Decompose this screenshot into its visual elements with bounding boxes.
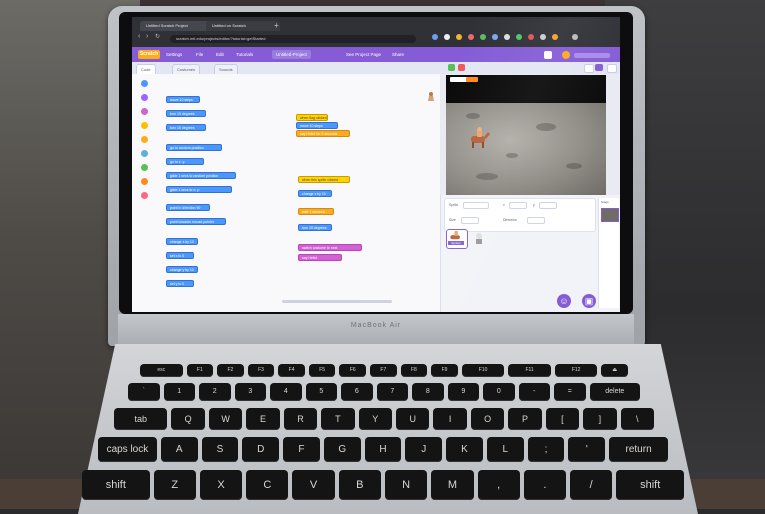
key[interactable]: A — [160, 437, 198, 462]
key[interactable]: F6 — [339, 364, 367, 377]
key[interactable]: delete — [589, 383, 640, 401]
key[interactable]: \ — [620, 408, 654, 430]
key[interactable]: F1 — [186, 364, 214, 377]
key[interactable]: ' — [568, 437, 606, 462]
key[interactable]: - — [518, 383, 551, 401]
key[interactable]: F12 — [554, 364, 598, 377]
key[interactable]: X — [199, 470, 243, 500]
key[interactable]: 9 — [447, 383, 480, 401]
key[interactable]: F5 — [308, 364, 336, 377]
key[interactable]: F7 — [370, 364, 397, 377]
key[interactable]: 1 — [163, 383, 195, 401]
key[interactable]: 4 — [270, 383, 302, 401]
key[interactable]: N — [385, 470, 428, 500]
key[interactable]: T — [321, 408, 355, 430]
key[interactable]: 0 — [483, 383, 515, 401]
key[interactable]: = — [554, 383, 586, 401]
key[interactable]: Q — [171, 408, 205, 430]
key[interactable]: C — [246, 470, 289, 500]
key[interactable]: 5 — [305, 383, 338, 401]
key[interactable]: shift — [82, 470, 150, 500]
key[interactable]: S — [201, 437, 239, 462]
key[interactable]: O — [470, 408, 505, 430]
key[interactable]: 6 — [341, 383, 373, 401]
key[interactable]: . — [523, 470, 567, 500]
key[interactable]: L — [486, 437, 524, 462]
key[interactable]: 8 — [412, 383, 444, 401]
key[interactable]: ⏏ — [601, 364, 628, 377]
key[interactable]: 7 — [376, 383, 409, 401]
key[interactable]: 2 — [199, 383, 231, 401]
key[interactable]: E — [246, 408, 280, 430]
key[interactable]: return — [609, 437, 668, 462]
key[interactable]: F4 — [278, 364, 305, 377]
key[interactable]: D — [242, 437, 280, 462]
key[interactable]: U — [396, 408, 430, 430]
key[interactable]: W — [208, 408, 243, 430]
key[interactable]: K — [446, 437, 483, 462]
key[interactable]: Z — [153, 470, 196, 500]
key[interactable]: / — [570, 470, 613, 500]
key[interactable]: F2 — [217, 364, 244, 377]
key[interactable]: M — [431, 470, 474, 500]
key[interactable]: ` — [128, 383, 160, 401]
key[interactable]: , — [477, 470, 520, 500]
keyboard: esc F1 F2 F3 F4 F5 F6 F7 F8 F9 F10 F11 F12 ⏏ ` 1 2 3 4 5 6 7 8… — [0, 0, 765, 509]
key[interactable]: F8 — [400, 364, 428, 377]
key[interactable]: B — [338, 470, 381, 500]
key[interactable]: ] — [583, 408, 617, 430]
key[interactable]: G — [323, 437, 361, 462]
key[interactable]: F10 — [461, 364, 505, 377]
key[interactable]: J — [405, 437, 443, 462]
key[interactable]: shift — [616, 470, 684, 500]
key[interactable]: caps lock — [98, 437, 157, 462]
key[interactable]: V — [292, 470, 335, 500]
key[interactable]: tab — [114, 408, 168, 430]
key[interactable]: esc — [140, 364, 183, 377]
key[interactable]: H — [364, 437, 402, 462]
key[interactable]: F11 — [508, 364, 551, 377]
key[interactable]: I — [433, 408, 467, 430]
key[interactable]: F9 — [431, 364, 458, 377]
key[interactable]: P — [508, 408, 542, 430]
key[interactable]: R — [283, 408, 318, 430]
key[interactable]: F3 — [247, 364, 275, 377]
key[interactable]: ; — [527, 437, 565, 462]
key[interactable]: 3 — [234, 383, 267, 401]
key[interactable]: Y — [358, 408, 393, 430]
key[interactable]: F — [283, 437, 320, 462]
key[interactable]: [ — [545, 408, 580, 430]
